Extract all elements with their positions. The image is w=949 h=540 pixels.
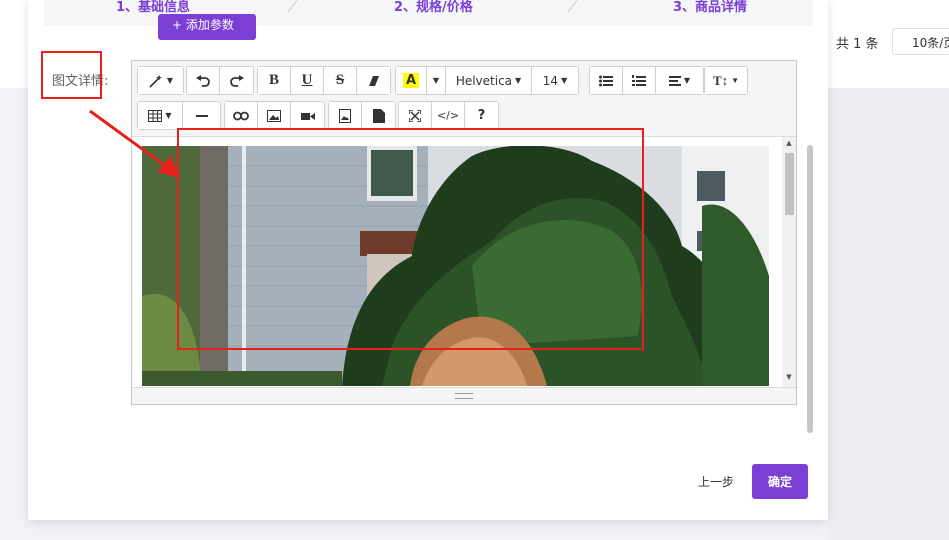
- caret-down-icon: ▼: [731, 76, 740, 85]
- insert-link-button[interactable]: [225, 102, 258, 129]
- step-separator-icon: [287, 0, 298, 12]
- image-icon: [267, 109, 281, 122]
- redo-button[interactable]: [220, 67, 253, 94]
- caret-down-icon: ▼: [432, 76, 440, 85]
- font-size-select[interactable]: 14 ▼: [532, 67, 578, 94]
- magic-wand-icon: [149, 74, 162, 88]
- image-file-icon: [339, 108, 351, 123]
- annotation-arrow-icon: [89, 109, 180, 178]
- align-select[interactable]: ▼: [656, 67, 703, 94]
- caret-down-icon: ▼: [561, 76, 568, 85]
- caret-down-icon: ▼: [166, 76, 174, 85]
- line-height-select[interactable]: T↕ ▼: [705, 67, 747, 94]
- view-group: </> ?: [398, 101, 499, 130]
- page-backdrop: [828, 88, 949, 540]
- file-icon: [372, 108, 385, 123]
- font-color-dropdown[interactable]: ▼: [427, 67, 446, 94]
- annotation-box-label: [41, 51, 102, 99]
- bullet-list-icon: [599, 75, 613, 86]
- minus-icon: [195, 114, 208, 117]
- ordered-list-button[interactable]: [623, 67, 656, 94]
- insert-video-button[interactable]: [291, 102, 324, 129]
- font-size-value: 14: [542, 73, 559, 88]
- video-icon: [300, 112, 315, 120]
- ordered-list-icon: [632, 74, 646, 86]
- upload-group: [328, 101, 396, 130]
- history-group: [186, 66, 254, 95]
- font-color-button[interactable]: A: [396, 67, 427, 94]
- step-basic-info[interactable]: 1、基础信息: [116, 0, 190, 15]
- editor-resize-handle[interactable]: [132, 387, 796, 404]
- font-family-select[interactable]: Helvetica ▼: [446, 67, 532, 94]
- link-icon: [233, 111, 249, 120]
- upload-image-button[interactable]: [329, 102, 362, 129]
- redo-icon: [229, 74, 244, 87]
- editor-scrollbar[interactable]: ▲ ▼: [782, 137, 796, 387]
- bullet-list-button[interactable]: [590, 67, 623, 94]
- magic-style-button[interactable]: ▼: [138, 67, 183, 94]
- paragraph-group: ▼: [589, 66, 704, 95]
- page-size-select[interactable]: 10条/页: [892, 28, 949, 55]
- annotation-box-image: [177, 128, 644, 350]
- insert-group: [224, 101, 325, 130]
- help-button[interactable]: ?: [465, 102, 498, 129]
- font-style-group: B U S: [257, 66, 391, 95]
- eraser-icon: [368, 75, 379, 86]
- prev-step-button[interactable]: 上一步: [698, 473, 734, 490]
- grip-icon: [455, 393, 473, 399]
- code-view-button[interactable]: </>: [432, 102, 465, 129]
- step-separator-icon: [567, 0, 578, 12]
- pager-total: 共 1 条: [836, 37, 879, 52]
- undo-icon: [196, 74, 210, 87]
- clear-format-button[interactable]: [357, 67, 390, 94]
- scroll-down-icon[interactable]: ▼: [785, 373, 793, 381]
- caret-down-icon: ▼: [683, 76, 691, 85]
- text-height-icon: T↕: [712, 72, 729, 88]
- step-spec-price[interactable]: 2、规格/价格: [394, 0, 473, 15]
- upload-file-button[interactable]: [362, 102, 395, 129]
- font-group: A ▼ Helvetica ▼ 14 ▼: [395, 66, 579, 95]
- editor-scroll-thumb[interactable]: [785, 153, 794, 215]
- dialog-scrollbar[interactable]: [807, 145, 813, 433]
- underline-button[interactable]: U: [291, 67, 324, 94]
- height-group: T↕ ▼: [704, 66, 748, 95]
- step-product-details[interactable]: 3、商品详情: [673, 0, 747, 15]
- editor-toolbar: ▼ B U S A ▼ Helvetica ▼ 14 ▼ ▼ T↕ ▼ ▼ </…: [132, 61, 796, 137]
- fullscreen-icon: [409, 109, 421, 122]
- strikethrough-button[interactable]: S: [324, 67, 357, 94]
- style-group: ▼: [137, 66, 184, 95]
- highlight-a-icon: A: [402, 73, 420, 88]
- add-param-button[interactable]: + 添加参数: [158, 14, 256, 40]
- fullscreen-button[interactable]: [399, 102, 432, 129]
- align-left-icon: [668, 75, 681, 86]
- scroll-up-icon[interactable]: ▲: [785, 139, 793, 147]
- bold-button[interactable]: B: [258, 67, 291, 94]
- insert-image-button[interactable]: [258, 102, 291, 129]
- confirm-button[interactable]: 确定: [752, 464, 808, 499]
- undo-button[interactable]: [187, 67, 220, 94]
- font-family-value: Helvetica: [455, 73, 513, 88]
- caret-down-icon: ▼: [515, 76, 522, 85]
